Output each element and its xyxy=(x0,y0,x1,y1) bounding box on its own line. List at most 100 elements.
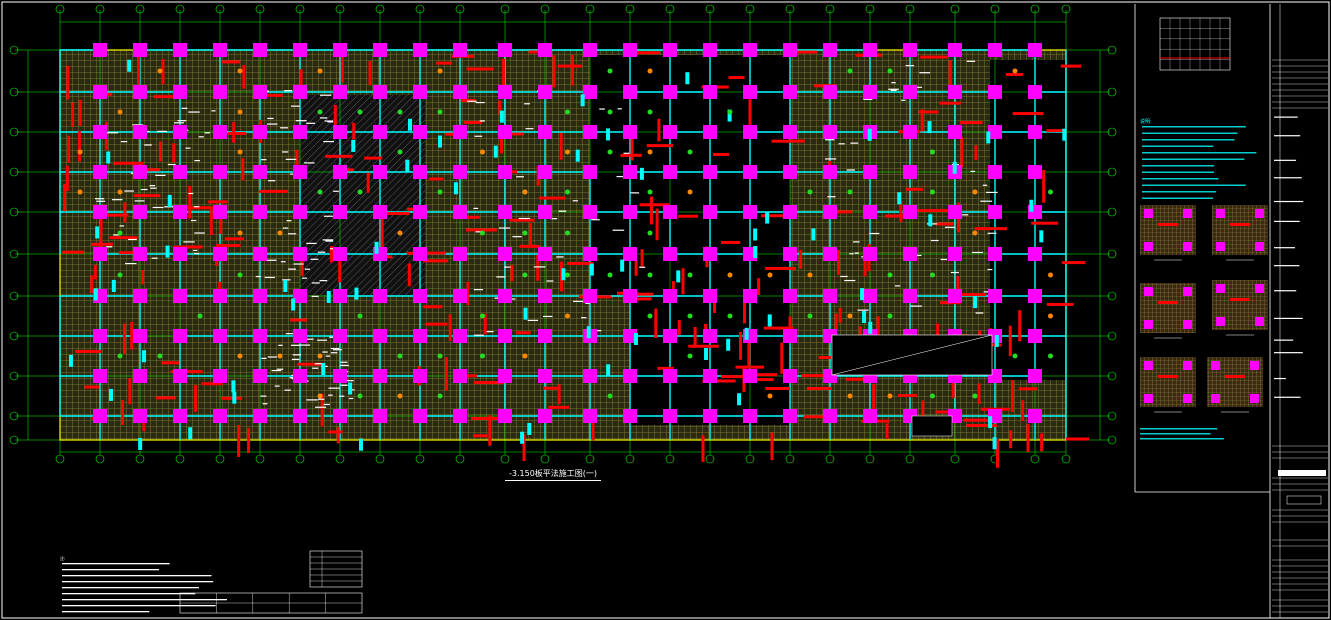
general-note-line xyxy=(62,569,160,571)
column xyxy=(373,43,387,57)
wall-stub xyxy=(586,326,591,339)
column xyxy=(373,289,387,303)
bay-marker xyxy=(237,230,243,236)
annotation-mark xyxy=(516,176,524,178)
grid-bubble xyxy=(540,454,550,464)
rebar-mark xyxy=(747,343,751,368)
rebar-mark xyxy=(155,396,176,400)
rebar-mark xyxy=(765,266,796,270)
wall-stub xyxy=(68,354,73,367)
rebar-mark xyxy=(974,227,1008,231)
rebar-mark xyxy=(380,214,384,249)
note-line xyxy=(1142,197,1214,199)
title-text xyxy=(1274,352,1303,354)
column xyxy=(498,289,512,303)
column xyxy=(333,125,347,139)
column xyxy=(133,43,147,57)
general-note-line xyxy=(62,575,212,577)
title-text xyxy=(1274,135,1301,137)
column xyxy=(583,125,597,139)
annotation-mark xyxy=(944,226,956,228)
bay-marker xyxy=(607,109,613,115)
rebar-mark xyxy=(712,152,729,156)
column xyxy=(988,165,1002,179)
column xyxy=(253,409,267,423)
note-line xyxy=(1142,152,1257,154)
wall-stub xyxy=(499,110,504,123)
annotation-mark xyxy=(499,227,511,229)
rebar-mark xyxy=(918,110,939,114)
bay-marker xyxy=(1012,68,1018,74)
rebar-mark xyxy=(1046,129,1065,133)
key-plan xyxy=(1159,17,1231,71)
column xyxy=(253,43,267,57)
bay-marker xyxy=(1048,272,1053,278)
column xyxy=(783,289,797,303)
column xyxy=(453,165,467,179)
column xyxy=(663,409,677,423)
rebar-mark xyxy=(130,322,134,350)
general-note-line xyxy=(62,593,196,595)
column xyxy=(948,43,962,57)
column xyxy=(173,247,187,261)
grid-bubble xyxy=(665,454,675,464)
column xyxy=(498,43,512,57)
rebar-mark xyxy=(122,323,126,355)
rebar-mark xyxy=(463,120,483,124)
rebar-mark xyxy=(172,143,176,162)
column xyxy=(413,329,427,343)
column xyxy=(663,43,677,57)
annotation-mark xyxy=(844,279,856,282)
annotation-mark xyxy=(194,232,205,234)
annotation-mark xyxy=(980,200,993,202)
wall-stub xyxy=(811,228,816,241)
column xyxy=(133,125,147,139)
column xyxy=(988,247,1002,261)
column xyxy=(823,165,837,179)
column xyxy=(453,329,467,343)
rebar-mark xyxy=(806,386,832,390)
rebar-mark xyxy=(559,132,563,160)
column xyxy=(538,85,552,99)
bay-marker xyxy=(480,230,485,236)
column xyxy=(1028,409,1042,423)
annotation-mark xyxy=(288,268,297,270)
column xyxy=(1028,289,1042,303)
bay-marker xyxy=(237,109,243,115)
annotation-mark xyxy=(306,399,318,401)
annotation-mark xyxy=(274,385,280,387)
wall-stub xyxy=(606,128,611,141)
annotation-mark xyxy=(317,339,328,341)
annotation-mark xyxy=(323,140,335,143)
column xyxy=(863,205,877,219)
annotation-mark xyxy=(838,143,845,145)
bay-marker xyxy=(1048,313,1053,319)
wall-stub xyxy=(639,167,644,180)
column xyxy=(823,247,837,261)
annotation-mark xyxy=(986,191,998,194)
title-text xyxy=(1274,200,1304,203)
annotation-mark xyxy=(177,120,187,122)
title-text xyxy=(1274,396,1301,398)
annotation-mark xyxy=(298,344,311,346)
column xyxy=(413,247,427,261)
column xyxy=(703,85,717,99)
column xyxy=(133,205,147,219)
column xyxy=(373,409,387,423)
bay-marker xyxy=(237,68,243,74)
rebar-mark xyxy=(194,385,198,412)
grid-bubble xyxy=(295,454,305,464)
bay-marker xyxy=(117,189,123,195)
bay-marker xyxy=(972,230,978,236)
bay-marker xyxy=(237,149,243,155)
wall-stub xyxy=(561,268,566,281)
annotation-mark xyxy=(340,384,348,386)
column xyxy=(498,205,512,219)
annotation-mark xyxy=(304,268,311,270)
column xyxy=(623,43,637,57)
wall-stub xyxy=(291,298,296,311)
rebar-mark xyxy=(336,427,340,444)
rebar-mark xyxy=(75,349,102,353)
annotation-mark xyxy=(152,206,164,209)
column xyxy=(213,329,227,343)
